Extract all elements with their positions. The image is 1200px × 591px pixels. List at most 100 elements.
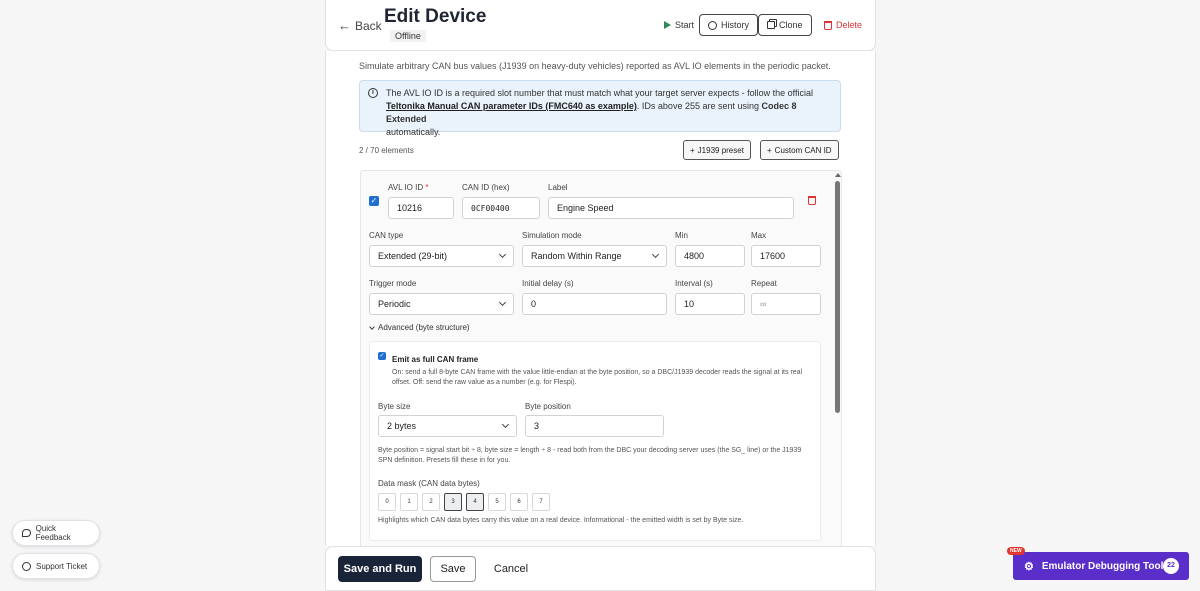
support-ticket-button[interactable]: Support Ticket	[12, 553, 100, 579]
max-input[interactable]: 17600	[751, 245, 821, 267]
remove-element-button[interactable]	[808, 194, 816, 208]
initial-delay-label: Initial delay (s)	[522, 279, 574, 288]
chevron-down-icon	[501, 420, 510, 429]
simulation-mode-select[interactable]: Random Within Range	[522, 245, 667, 267]
support-ticket-label: Support Ticket	[36, 561, 88, 571]
can-id-input[interactable]: 0CF00400	[462, 197, 540, 219]
mask-byte-5[interactable]: 5	[488, 493, 506, 511]
chat-bubble-icon	[22, 529, 31, 537]
plus-icon: +	[690, 145, 695, 155]
emulator-count-badge: 22	[1163, 558, 1179, 574]
min-input[interactable]: 4800	[675, 245, 745, 267]
clone-label: Clone	[779, 20, 803, 30]
history-icon	[708, 20, 717, 30]
info-text-1: The AVL IO ID is a required slot number …	[386, 88, 814, 98]
data-mask-help: Highlights which CAN data bytes carry th…	[378, 517, 744, 524]
max-label: Max	[751, 231, 767, 240]
custom-can-id-button[interactable]: + Custom CAN ID	[760, 140, 839, 160]
simulation-mode-label: Simulation mode	[522, 231, 582, 240]
mask-byte-1[interactable]: 1	[400, 493, 418, 511]
new-badge: NEW	[1007, 547, 1025, 555]
repeat-input[interactable]: ∞	[751, 293, 821, 315]
required-marker: *	[425, 183, 429, 192]
initial-delay-input[interactable]: 0	[522, 293, 667, 315]
start-button[interactable]: Start	[656, 14, 702, 36]
chevron-down-icon	[498, 298, 507, 307]
chevron-down-icon	[498, 250, 507, 259]
avl-io-id-label-text: AVL IO ID	[388, 183, 424, 192]
page-header: ← Back Edit Device Offline Start History…	[325, 0, 876, 51]
chevron-down-icon	[369, 323, 375, 330]
can-id-label: CAN ID (hex)	[462, 183, 510, 192]
delete-button[interactable]: Delete	[816, 14, 870, 36]
byte-size-label: Byte size	[378, 402, 411, 411]
data-mask-bytes: 0 1 2 3 4 5 6 7	[378, 493, 550, 511]
mask-byte-0[interactable]: 0	[378, 493, 396, 511]
trash-icon	[808, 196, 816, 205]
interval-label: Interval (s)	[675, 279, 713, 288]
byte-size-select[interactable]: 2 bytes	[378, 415, 517, 437]
can-type-label: CAN type	[369, 231, 404, 240]
trigger-mode-select[interactable]: Periodic	[369, 293, 514, 315]
delete-label: Delete	[836, 20, 863, 30]
save-button[interactable]: Save	[430, 556, 476, 582]
cancel-button[interactable]: Cancel	[486, 556, 536, 582]
info-text-3: automatically.	[386, 127, 441, 137]
arrow-left-icon: ←	[338, 18, 351, 33]
interval-input[interactable]: 10	[675, 293, 745, 315]
scroll-up-arrow[interactable]	[835, 173, 841, 177]
mask-byte-7[interactable]: 7	[532, 493, 550, 511]
save-and-run-button[interactable]: Save and Run	[338, 556, 422, 582]
trigger-mode-label: Trigger mode	[369, 279, 417, 288]
emit-full-frame-description: On: send a full 8-byte CAN frame with th…	[392, 369, 803, 386]
mask-byte-3[interactable]: 3	[444, 493, 462, 511]
start-label: Start	[675, 20, 695, 30]
data-mask-label: Data mask (CAN data bytes)	[378, 479, 480, 488]
history-button[interactable]: History	[699, 14, 759, 36]
j1939-preset-button[interactable]: + J1939 preset	[683, 140, 751, 160]
copy-icon	[767, 21, 775, 29]
play-icon	[664, 21, 671, 29]
page-footer: Save and Run Save Cancel	[325, 546, 876, 591]
bug-icon: ⚙	[1024, 560, 1034, 573]
can-element-card: ✓ AVL IO ID * 10216 CAN ID (hex) 0CF0040…	[360, 170, 842, 546]
back-button[interactable]: ← Back	[338, 18, 382, 33]
label-field-label: Label	[548, 183, 568, 192]
info-text-2: . IDs above 255 are sent using	[636, 101, 759, 111]
simulation-mode-value: Random Within Range	[531, 251, 622, 261]
quick-feedback-button[interactable]: Quick Feedback	[12, 520, 100, 546]
min-label: Min	[675, 231, 688, 240]
byte-position-input[interactable]: 3	[525, 415, 664, 437]
emit-full-frame-title: Emit as full CAN frame	[392, 355, 479, 364]
element-enabled-checkbox[interactable]: ✓	[369, 196, 379, 206]
mask-byte-2[interactable]: 2	[422, 493, 440, 511]
byte-help-text: Byte position = signal start bit ÷ 8, by…	[378, 447, 802, 464]
mask-byte-4[interactable]: 4	[466, 493, 484, 511]
advanced-panel: ✓ Emit as full CAN frame On: send a full…	[369, 341, 821, 541]
main-content[interactable]: Simulate arbitrary CAN bus values (J1939…	[325, 51, 876, 546]
section-intro: Simulate arbitrary CAN bus values (J1939…	[359, 61, 831, 71]
advanced-label: Advanced (byte structure)	[378, 323, 470, 332]
emulator-label: Emulator Debugging Tool	[1041, 560, 1164, 572]
scrollbar-thumb[interactable]	[835, 181, 840, 413]
teltonika-manual-link[interactable]: Teltonika Manual CAN parameter IDs (FMC6…	[386, 101, 637, 111]
quick-feedback-label: Quick Feedback	[35, 524, 71, 542]
mask-byte-6[interactable]: 6	[510, 493, 528, 511]
emit-full-frame-checkbox[interactable]: ✓	[378, 352, 386, 360]
emulator-debugging-tool-button[interactable]: NEW ⚙ Emulator Debugging Tool 22	[1007, 547, 1189, 580]
status-badge: Offline	[390, 30, 426, 42]
advanced-toggle[interactable]: Advanced (byte structure)	[369, 323, 470, 332]
back-label: Back	[355, 18, 382, 33]
repeat-label: Repeat	[751, 279, 777, 288]
byte-size-value: 2 bytes	[387, 421, 417, 431]
clone-button[interactable]: Clone	[758, 14, 812, 36]
history-label: History	[721, 20, 750, 30]
element-count: 2 / 70 elements	[359, 146, 414, 155]
can-type-select[interactable]: Extended (29-bit)	[369, 245, 514, 267]
byte-position-label: Byte position	[525, 402, 571, 411]
page-title: Edit Device	[384, 6, 487, 27]
info-icon: i	[368, 88, 378, 98]
can-type-value: Extended (29-bit)	[378, 251, 448, 261]
avl-io-id-input[interactable]: 10216	[388, 197, 454, 219]
label-input[interactable]: Engine Speed	[548, 197, 794, 219]
